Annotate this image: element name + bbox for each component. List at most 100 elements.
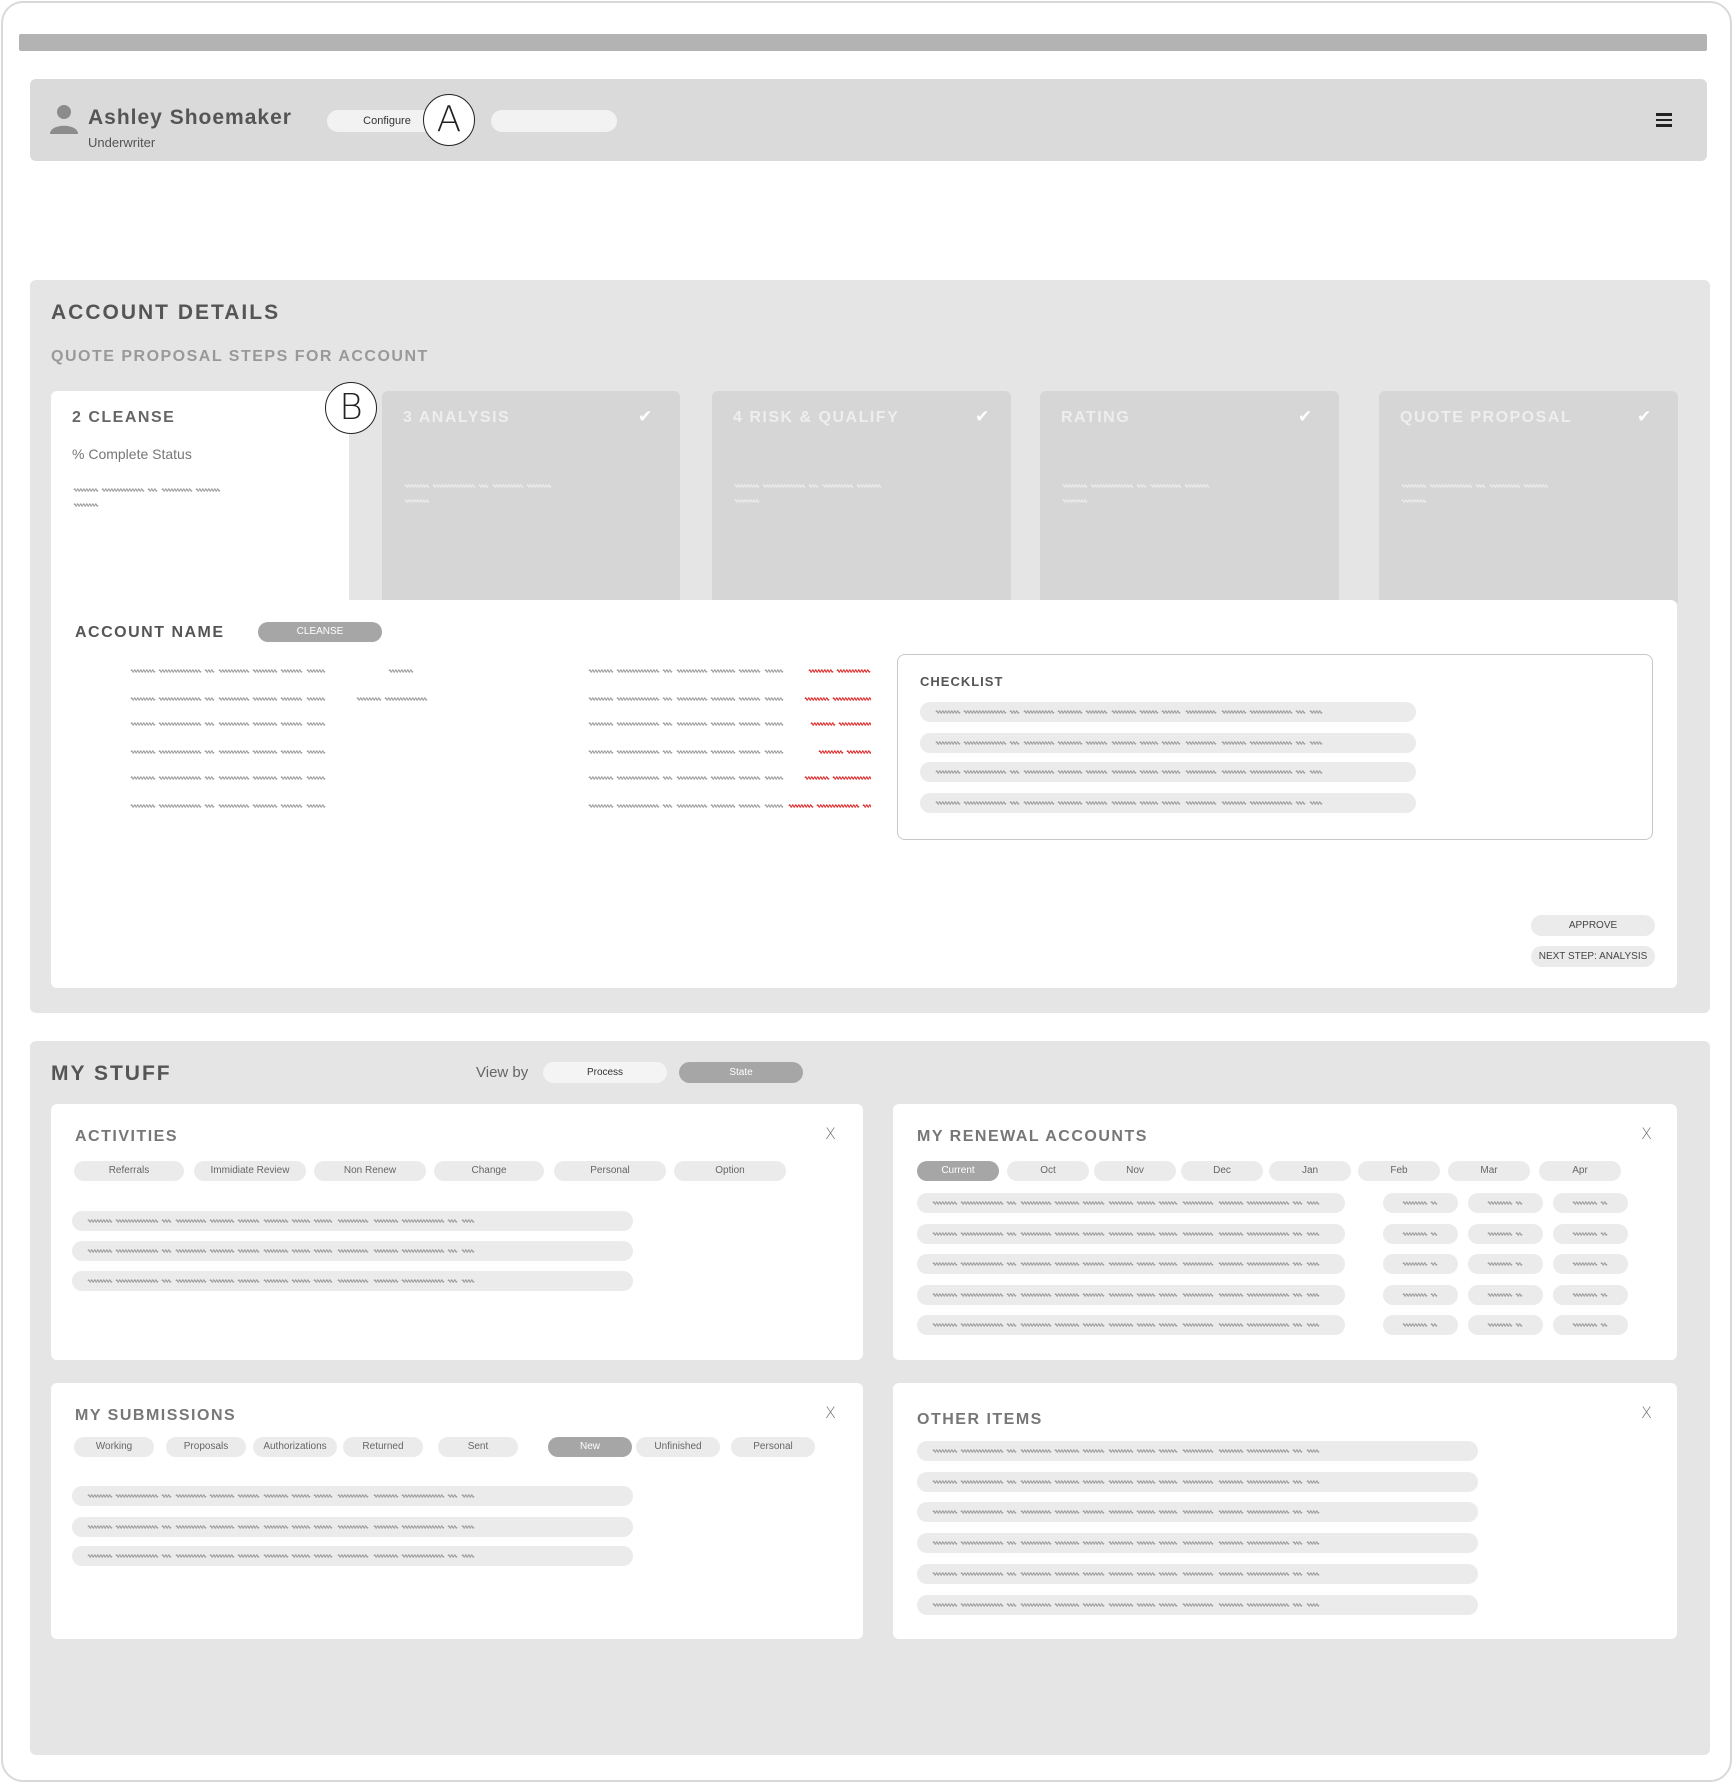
filter-chip-feb[interactable]: Feb: [1358, 1161, 1440, 1181]
field-placeholder: [588, 804, 784, 808]
step-placeholder-text: [1401, 484, 1549, 503]
check-icon: ✔: [975, 407, 990, 426]
check-icon: ✔: [1637, 407, 1652, 426]
table-row[interactable]: [917, 1193, 1345, 1213]
filter-chip-non-renew[interactable]: Non Renew: [314, 1161, 426, 1181]
checklist-item[interactable]: [920, 733, 1416, 753]
filter-chip-apr[interactable]: Apr: [1539, 1161, 1621, 1181]
filter-chip-oct[interactable]: Oct: [1007, 1161, 1089, 1181]
filter-chip-nov[interactable]: Nov: [1094, 1161, 1176, 1181]
close-icon[interactable]: X: [1641, 1403, 1652, 1422]
filter-chip-personal[interactable]: Personal: [554, 1161, 666, 1181]
view-by-process-toggle[interactable]: Process: [543, 1062, 667, 1083]
close-icon[interactable]: X: [825, 1124, 836, 1143]
field-placeholder: [130, 804, 326, 808]
list-item[interactable]: [917, 1564, 1478, 1584]
hamburger-menu-icon[interactable]: [1656, 113, 1672, 127]
table-cell[interactable]: [1553, 1224, 1628, 1244]
list-item[interactable]: [72, 1486, 633, 1506]
table-cell[interactable]: [1383, 1285, 1458, 1305]
list-item[interactable]: [72, 1271, 633, 1291]
list-item[interactable]: [72, 1211, 633, 1231]
list-item[interactable]: [917, 1441, 1478, 1461]
step-status: % Complete Status: [72, 446, 192, 462]
table-cell[interactable]: [1383, 1254, 1458, 1274]
table-cell[interactable]: [1468, 1254, 1543, 1274]
my-stuff-section: MY STUFF View by Process State ACTIVITIE…: [30, 1041, 1710, 1755]
field-placeholder: [588, 669, 784, 673]
table-cell[interactable]: [1553, 1193, 1628, 1213]
list-item[interactable]: [72, 1546, 633, 1566]
filter-chip-authorizations[interactable]: Authorizations: [253, 1437, 337, 1457]
table-cell[interactable]: [1383, 1193, 1458, 1213]
list-item[interactable]: [917, 1502, 1478, 1522]
table-row[interactable]: [917, 1254, 1345, 1274]
close-icon[interactable]: X: [825, 1403, 836, 1422]
step-quote-proposal[interactable]: QUOTE PROPOSAL ✔: [1379, 391, 1678, 603]
view-by-state-toggle[interactable]: State: [679, 1062, 803, 1083]
filter-chip-referrals[interactable]: Referrals: [74, 1161, 184, 1181]
table-cell[interactable]: [1468, 1193, 1543, 1213]
step-rating[interactable]: RATING ✔: [1040, 391, 1339, 603]
user-name: Ashley Shoemaker: [88, 106, 292, 129]
approve-button[interactable]: APPROVE: [1531, 915, 1655, 936]
table-cell[interactable]: [1383, 1315, 1458, 1335]
account-name-heading: ACCOUNT NAME: [75, 624, 225, 641]
table-cell[interactable]: [1468, 1315, 1543, 1335]
checklist-item[interactable]: [920, 762, 1416, 782]
filter-chip-new[interactable]: New: [548, 1437, 632, 1457]
list-item[interactable]: [72, 1241, 633, 1261]
step-placeholder-text: [404, 484, 552, 503]
checklist-item[interactable]: [920, 793, 1416, 813]
check-icon: ✔: [638, 407, 653, 426]
step-label: 2 CLEANSE: [72, 409, 176, 426]
field-placeholder: [588, 722, 784, 726]
annotation-marker-b: B: [325, 382, 377, 434]
filter-chip-proposals[interactable]: Proposals: [166, 1437, 246, 1457]
filter-chip-returned[interactable]: Returned: [343, 1437, 423, 1457]
filter-chip-change[interactable]: Change: [434, 1161, 544, 1181]
check-icon: ✔: [1298, 407, 1313, 426]
account-detail-panel: ACCOUNT NAME CLEANSE CHECKLIST APPROVE N…: [51, 600, 1677, 988]
close-icon[interactable]: X: [1641, 1124, 1652, 1143]
header-search-pill[interactable]: [491, 110, 617, 132]
browser-top-bar: [19, 34, 1707, 51]
filter-chip-current[interactable]: Current: [917, 1161, 999, 1181]
filter-chip-sent[interactable]: Sent: [438, 1437, 518, 1457]
table-cell[interactable]: [1553, 1285, 1628, 1305]
field-placeholder: [588, 697, 784, 701]
field-alert-value: [804, 776, 871, 780]
list-item[interactable]: [917, 1533, 1478, 1553]
field-alert-value: [808, 669, 871, 673]
field-placeholder: [130, 722, 326, 726]
field-alert-value: [810, 722, 871, 726]
table-cell[interactable]: [1553, 1315, 1628, 1335]
filter-chip-mar[interactable]: Mar: [1448, 1161, 1530, 1181]
table-cell[interactable]: [1553, 1254, 1628, 1274]
table-cell[interactable]: [1468, 1285, 1543, 1305]
filter-chip-option[interactable]: Option: [674, 1161, 786, 1181]
list-item[interactable]: [917, 1595, 1478, 1615]
filter-chip-dec[interactable]: Dec: [1181, 1161, 1263, 1181]
table-row[interactable]: [917, 1315, 1345, 1335]
filter-chip-unfinished[interactable]: Unfinished: [636, 1437, 720, 1457]
step-label: 4 RISK & QUALIFY: [733, 409, 900, 426]
step-cleanse[interactable]: 2 CLEANSE % Complete Status B: [51, 382, 377, 603]
table-cell[interactable]: [1383, 1224, 1458, 1244]
step-risk-qualify[interactable]: 4 RISK & QUALIFY ✔: [712, 391, 1011, 603]
account-details-section: ACCOUNT DETAILS QUOTE PROPOSAL STEPS FOR…: [30, 280, 1710, 1013]
next-step-button[interactable]: NEXT STEP: ANALYSIS: [1531, 946, 1655, 967]
table-row[interactable]: [917, 1224, 1345, 1244]
checklist-item[interactable]: [920, 702, 1416, 722]
step-analysis[interactable]: 3 ANALYSIS ✔: [382, 391, 680, 603]
filter-chip-jan[interactable]: Jan: [1269, 1161, 1351, 1181]
table-row[interactable]: [917, 1285, 1345, 1305]
filter-chip-personal[interactable]: Personal: [731, 1437, 815, 1457]
field-alert-value: [788, 804, 871, 808]
step-label: QUOTE PROPOSAL: [1400, 409, 1573, 426]
filter-chip-immidiate-review[interactable]: Immidiate Review: [194, 1161, 306, 1181]
list-item[interactable]: [917, 1472, 1478, 1492]
table-cell[interactable]: [1468, 1224, 1543, 1244]
list-item[interactable]: [72, 1517, 633, 1537]
filter-chip-working[interactable]: Working: [74, 1437, 154, 1457]
